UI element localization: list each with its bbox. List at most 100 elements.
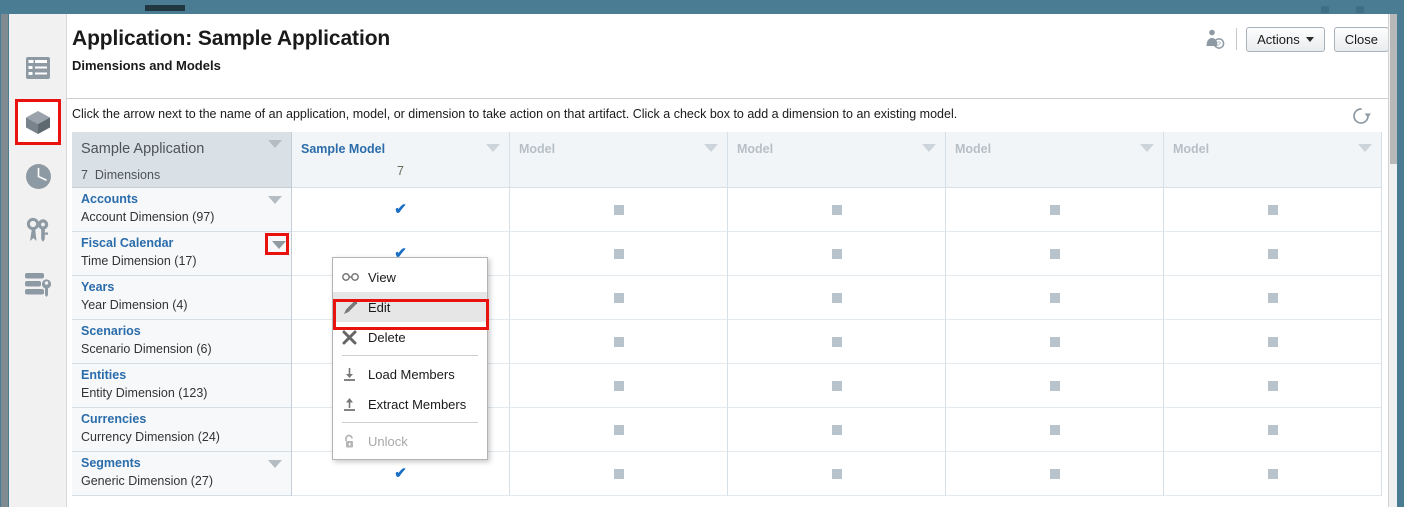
close-button[interactable]: Close: [1333, 26, 1389, 52]
dimension-model-checkbox-cell[interactable]: [1164, 188, 1382, 232]
dimension-model-checkbox-cell[interactable]: [728, 276, 946, 320]
application-menu-chevron-down-icon[interactable]: [268, 140, 282, 148]
dimension-model-checkbox-cell[interactable]: [1164, 408, 1382, 452]
model-column-name: Model: [1173, 142, 1210, 156]
checkbox-disabled-icon: [613, 380, 624, 391]
model-column-name: Model: [737, 142, 774, 156]
dimension-model-checkbox-cell[interactable]: [946, 320, 1164, 364]
dimension-model-checkbox-cell[interactable]: [1164, 232, 1382, 276]
sidebar-item-jobs[interactable]: [18, 156, 58, 196]
menu-item-delete[interactable]: Delete: [333, 322, 487, 352]
application-header-cell[interactable]: Sample Application 7 Dimensions: [72, 132, 292, 188]
dimension-model-checkbox-cell[interactable]: [510, 408, 728, 452]
clock-icon: [25, 163, 51, 189]
right-scrollbar[interactable]: [1388, 14, 1397, 507]
dimension-model-checkbox-cell[interactable]: [946, 276, 1164, 320]
x-delete-icon: [342, 330, 368, 345]
context-menu[interactable]: View Edit Delete Load Members Extract Member…: [332, 257, 489, 460]
dimension-model-checkmark-cell[interactable]: ✔: [292, 188, 510, 232]
dimension-model-checkbox-cell[interactable]: [510, 232, 728, 276]
dimension-name-cell[interactable]: Fiscal Calendar Time Dimension (17): [72, 232, 292, 276]
user-badge-icon[interactable]: ?: [1201, 26, 1227, 52]
model-menu-chevron-down-icon[interactable]: [704, 144, 718, 152]
dimension-model-checkbox-cell[interactable]: [728, 408, 946, 452]
dimension-model-checkbox-cell[interactable]: [1164, 364, 1382, 408]
dimension-name: Entities: [81, 368, 127, 382]
dimension-model-checkbox-cell[interactable]: [728, 452, 946, 496]
checkbox-disabled-icon: [1049, 468, 1060, 479]
sidebar-item-library[interactable]: [18, 48, 58, 88]
menu-item-label: Edit: [368, 299, 391, 315]
dimension-name-cell[interactable]: Entities Entity Dimension (123): [72, 364, 292, 408]
dimension-model-checkbox-cell[interactable]: [1164, 320, 1382, 364]
menu-item-load-members[interactable]: Load Members: [333, 359, 487, 389]
refresh-icon[interactable]: [1350, 105, 1372, 127]
dimension-name-cell[interactable]: Scenarios Scenario Dimension (6): [72, 320, 292, 364]
menu-item-edit[interactable]: Edit: [333, 292, 487, 322]
actions-button-label: Actions: [1257, 31, 1300, 47]
table-row: YearsYear Dimension (4)✔: [72, 276, 1386, 320]
model-column-header[interactable]: Model: [946, 132, 1164, 188]
left-scrollbar[interactable]: [1, 14, 8, 507]
menu-item-extract-members[interactable]: Extract Members: [333, 389, 487, 419]
dimension-model-checkbox-cell[interactable]: [510, 188, 728, 232]
model-column-header[interactable]: Model: [728, 132, 946, 188]
appbar-icon-1[interactable]: [1321, 6, 1329, 13]
dimension-model-checkbox-cell[interactable]: [510, 364, 728, 408]
dimension-model-checkbox-cell[interactable]: [946, 408, 1164, 452]
model-menu-chevron-down-icon[interactable]: [486, 144, 500, 152]
checkbox-disabled-icon: [1267, 336, 1278, 347]
checkbox-disabled-icon: [613, 336, 624, 347]
dimension-model-checkbox-cell[interactable]: [728, 364, 946, 408]
checkmark-icon: ✔: [394, 465, 407, 482]
dimension-model-checkbox-cell[interactable]: [510, 320, 728, 364]
dimension-model-checkbox-cell[interactable]: [946, 188, 1164, 232]
dimension-name-cell[interactable]: Years Year Dimension (4): [72, 276, 292, 320]
sidebar-item-access-control[interactable]: [18, 210, 58, 250]
dimension-name-cell[interactable]: Accounts Account Dimension (97): [72, 188, 292, 232]
actions-button[interactable]: Actions: [1246, 26, 1325, 52]
menu-item-label: Load Members: [368, 366, 455, 382]
window-right-frame: [1397, 14, 1404, 507]
dimension-model-checkbox-cell[interactable]: [1164, 276, 1382, 320]
dimension-model-checkbox-cell[interactable]: [510, 276, 728, 320]
checkbox-disabled-icon: [1267, 248, 1278, 259]
dimension-type: Time Dimension (17): [81, 254, 197, 268]
dimension-name-cell[interactable]: Segments Generic Dimension (27): [72, 452, 292, 496]
dimension-model-checkbox-cell[interactable]: [728, 188, 946, 232]
sidebar-item-data-access[interactable]: [18, 264, 58, 304]
sidebar-item-dimensions-models[interactable]: [15, 99, 61, 145]
table-row: EntitiesEntity Dimension (123)✔: [72, 364, 1386, 408]
model-column-header[interactable]: Sample Model 7: [292, 132, 510, 188]
dimension-type: Currency Dimension (24): [81, 430, 220, 444]
chevron-down-icon[interactable]: [272, 241, 286, 249]
checkbox-disabled-icon: [1049, 292, 1060, 303]
dimension-type: Entity Dimension (123): [81, 386, 208, 400]
checkbox-disabled-icon: [613, 204, 624, 215]
close-button-label: Close: [1344, 31, 1378, 47]
padlock-open-icon: [342, 434, 368, 449]
model-column-header[interactable]: Model: [1164, 132, 1382, 188]
dimension-model-checkbox-cell[interactable]: [510, 452, 728, 496]
dimension-model-checkbox-cell[interactable]: [946, 364, 1164, 408]
global-app-bar: [0, 0, 1404, 14]
menu-item-view[interactable]: View: [333, 262, 487, 292]
model-menu-chevron-down-icon[interactable]: [922, 144, 936, 152]
dimension-menu-chevron-down-icon[interactable]: [268, 460, 282, 468]
menu-item-label: Unlock: [368, 433, 408, 449]
dimension-model-checkbox-cell[interactable]: [728, 232, 946, 276]
appbar-icon-2[interactable]: [1356, 6, 1364, 13]
model-menu-chevron-down-icon[interactable]: [1358, 144, 1372, 152]
model-column-header[interactable]: Model: [510, 132, 728, 188]
dimension-model-checkbox-cell[interactable]: [946, 232, 1164, 276]
model-menu-chevron-down-icon[interactable]: [1140, 144, 1154, 152]
dimension-model-checkbox-cell[interactable]: [946, 452, 1164, 496]
dimension-name: Currencies: [81, 412, 147, 426]
dimension-model-checkbox-cell[interactable]: [728, 320, 946, 364]
checkbox-disabled-icon: [613, 292, 624, 303]
dimension-model-checkbox-cell[interactable]: [1164, 452, 1382, 496]
checkbox-disabled-icon: [831, 248, 842, 259]
dimension-name-cell[interactable]: Currencies Currency Dimension (24): [72, 408, 292, 452]
dimension-menu-chevron-down-icon[interactable]: [268, 196, 282, 204]
checkbox-disabled-icon: [831, 336, 842, 347]
